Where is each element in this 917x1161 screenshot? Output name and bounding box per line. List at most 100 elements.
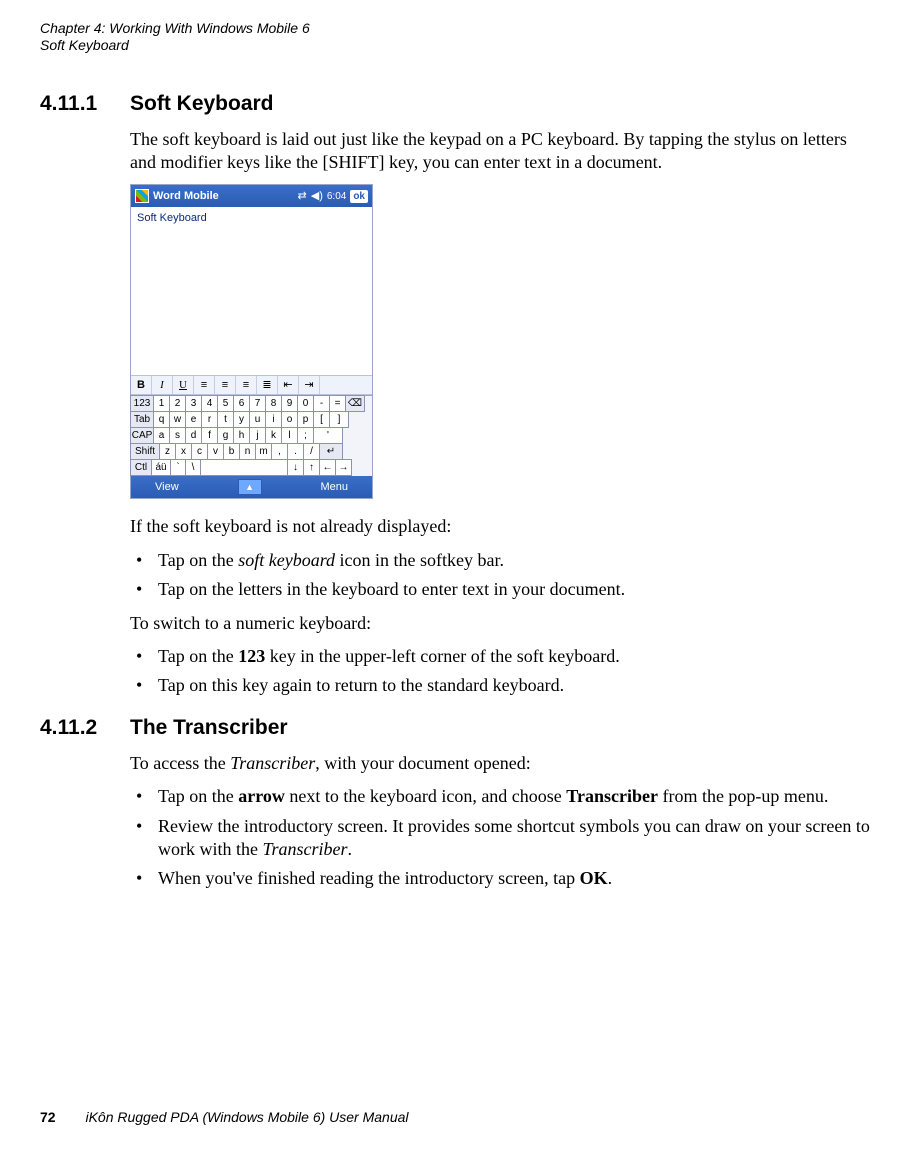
align-center-icon[interactable]: ≡ bbox=[215, 376, 236, 394]
key-9[interactable]: 9 bbox=[281, 395, 298, 412]
clock-text: 6:04 bbox=[327, 190, 346, 203]
indent-out-icon[interactable]: ⇤ bbox=[278, 376, 299, 394]
key-y[interactable]: y bbox=[233, 411, 250, 428]
para-if-not-displayed: If the soft keyboard is not already disp… bbox=[130, 515, 877, 538]
key-h[interactable]: h bbox=[233, 427, 250, 444]
bullets-icon[interactable]: ≣ bbox=[257, 376, 278, 394]
start-flag-icon[interactable] bbox=[135, 189, 149, 203]
para-numeric-switch: To switch to a numeric keyboard: bbox=[130, 612, 877, 635]
key-shift[interactable]: Shift bbox=[130, 443, 160, 460]
key-[interactable]: - bbox=[313, 395, 330, 412]
key-s[interactable]: s bbox=[169, 427, 186, 444]
key-b[interactable]: b bbox=[223, 443, 240, 460]
key-c[interactable]: c bbox=[191, 443, 208, 460]
key-space[interactable] bbox=[200, 459, 288, 476]
key-[interactable]: / bbox=[303, 443, 320, 460]
screenshot-word-mobile-soft-keyboard: Word Mobile ⇄ ◀) 6:04 ok Soft Keyboard B… bbox=[130, 184, 373, 499]
key-o[interactable]: o bbox=[281, 411, 298, 428]
key-1[interactable]: 1 bbox=[153, 395, 170, 412]
bullet-tap-sip-icon: Tap on the soft keyboard icon in the sof… bbox=[130, 549, 877, 572]
key-e[interactable]: e bbox=[185, 411, 202, 428]
key-ctl[interactable]: Ctl bbox=[130, 459, 152, 476]
key-l[interactable]: l bbox=[281, 427, 298, 444]
align-left-icon[interactable]: ≡ bbox=[194, 376, 215, 394]
para-intro: The soft keyboard is laid out just like … bbox=[130, 128, 877, 175]
key-i[interactable]: i bbox=[265, 411, 282, 428]
key-[interactable]: . bbox=[287, 443, 304, 460]
volume-icon[interactable]: ◀) bbox=[311, 189, 323, 203]
ok-button[interactable]: ok bbox=[350, 190, 368, 203]
key-2[interactable]: 2 bbox=[169, 395, 186, 412]
key-5[interactable]: 5 bbox=[217, 395, 234, 412]
key-[interactable]: ] bbox=[329, 411, 349, 428]
key-x[interactable]: x bbox=[175, 443, 192, 460]
align-right-icon[interactable]: ≡ bbox=[236, 376, 257, 394]
document-area[interactable]: Soft Keyboard bbox=[131, 207, 372, 375]
format-toolbar: B I U ≡ ≡ ≡ ≣ ⇤ ⇥ bbox=[131, 375, 372, 395]
softkey-right[interactable]: Menu bbox=[320, 480, 348, 494]
soft-keyboard: 1231234567890-=⌫ Tabqwertyuiop[] CAPasdf… bbox=[131, 395, 372, 476]
key-3[interactable]: 3 bbox=[185, 395, 202, 412]
key-cap[interactable]: CAP bbox=[130, 427, 154, 444]
key-p[interactable]: p bbox=[297, 411, 314, 428]
section-line: Soft Keyboard bbox=[40, 37, 877, 54]
bullet-tap-letters: Tap on the letters in the keyboard to en… bbox=[130, 578, 877, 601]
key-u[interactable]: u bbox=[249, 411, 266, 428]
key-[interactable]: = bbox=[329, 395, 346, 412]
key-m[interactable]: m bbox=[255, 443, 272, 460]
sip-toggle-icon[interactable]: ▲ bbox=[238, 479, 262, 495]
key-[interactable]: ` bbox=[170, 459, 186, 476]
key-[interactable]: ← bbox=[319, 459, 336, 476]
connectivity-icon[interactable]: ⇄ bbox=[298, 189, 307, 203]
indent-in-icon[interactable]: ⇥ bbox=[299, 376, 320, 394]
para-access-transcriber: To access the Transcriber, with your doc… bbox=[130, 752, 877, 775]
key-7[interactable]: 7 bbox=[249, 395, 266, 412]
key-t[interactable]: t bbox=[217, 411, 234, 428]
key-j[interactable]: j bbox=[249, 427, 266, 444]
key-8[interactable]: 8 bbox=[265, 395, 282, 412]
chapter-line: Chapter 4: Working With Windows Mobile 6 bbox=[40, 20, 877, 37]
softkey-left[interactable]: View bbox=[155, 480, 179, 494]
key-[interactable]: ↵ bbox=[319, 443, 343, 460]
key-[interactable]: ↑ bbox=[303, 459, 320, 476]
key-[interactable]: [ bbox=[313, 411, 330, 428]
italic-button[interactable]: I bbox=[152, 376, 173, 394]
page-footer: 72 iKôn Rugged PDA (Windows Mobile 6) Us… bbox=[40, 1109, 409, 1125]
heading-number: 4.11.2 bbox=[40, 716, 130, 740]
key-[interactable]: → bbox=[335, 459, 352, 476]
key-tab[interactable]: Tab bbox=[130, 411, 154, 428]
window-titlebar: Word Mobile ⇄ ◀) 6:04 ok bbox=[131, 185, 372, 207]
key-[interactable]: \ bbox=[185, 459, 201, 476]
bullet-review-intro: Review the introductory screen. It provi… bbox=[130, 815, 877, 862]
key-[interactable]: ; bbox=[297, 427, 314, 444]
heading-number: 4.11.1 bbox=[40, 92, 130, 116]
key-k[interactable]: k bbox=[265, 427, 282, 444]
toolbar-spacer bbox=[320, 376, 372, 394]
key-r[interactable]: r bbox=[201, 411, 218, 428]
key-4[interactable]: 4 bbox=[201, 395, 218, 412]
key-[interactable]: ' bbox=[313, 427, 343, 444]
key-6[interactable]: 6 bbox=[233, 395, 250, 412]
key-123[interactable]: 123 bbox=[130, 395, 154, 412]
key-[interactable]: , bbox=[271, 443, 288, 460]
key-q[interactable]: q bbox=[153, 411, 170, 428]
key-g[interactable]: g bbox=[217, 427, 234, 444]
key-n[interactable]: n bbox=[239, 443, 256, 460]
key-a[interactable]: a bbox=[153, 427, 170, 444]
key-[interactable]: áü bbox=[151, 459, 171, 476]
key-v[interactable]: v bbox=[207, 443, 224, 460]
book-title: iKôn Rugged PDA (Windows Mobile 6) User … bbox=[85, 1109, 408, 1125]
document-text: Soft Keyboard bbox=[137, 212, 207, 224]
key-[interactable]: ⌫ bbox=[345, 395, 365, 412]
bullet-tap-ok: When you've finished reading the introdu… bbox=[130, 867, 877, 890]
key-d[interactable]: d bbox=[185, 427, 202, 444]
key-0[interactable]: 0 bbox=[297, 395, 314, 412]
underline-button[interactable]: U bbox=[173, 376, 194, 394]
bullet-tap-return-standard: Tap on this key again to return to the s… bbox=[130, 674, 877, 697]
bold-button[interactable]: B bbox=[131, 376, 152, 394]
key-f[interactable]: f bbox=[201, 427, 218, 444]
key-z[interactable]: z bbox=[159, 443, 176, 460]
key-w[interactable]: w bbox=[169, 411, 186, 428]
key-[interactable]: ↓ bbox=[287, 459, 304, 476]
page-number: 72 bbox=[40, 1109, 56, 1125]
